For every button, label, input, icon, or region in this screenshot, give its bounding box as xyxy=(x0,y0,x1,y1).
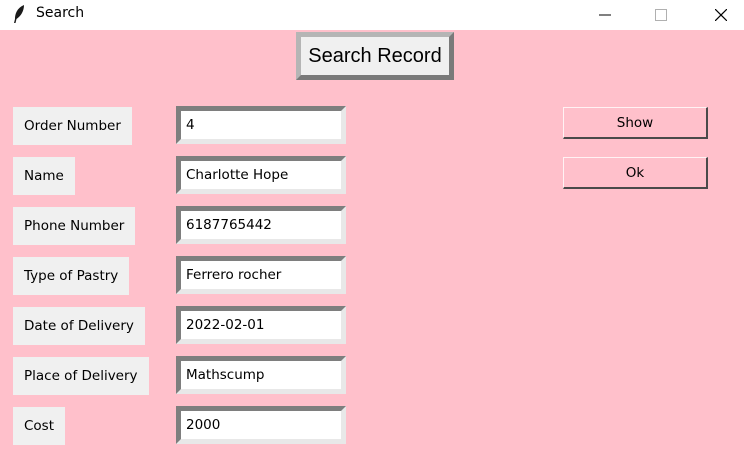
delivery-date-field[interactable] xyxy=(181,311,341,339)
name-field-frame xyxy=(176,156,346,194)
minimize-button[interactable] xyxy=(582,0,628,30)
minimize-icon xyxy=(599,14,611,16)
show-button[interactable]: Show xyxy=(563,107,708,139)
maximize-button[interactable] xyxy=(638,0,684,30)
name-label: Name xyxy=(13,157,75,195)
delivery-date-field-frame xyxy=(176,306,346,344)
cost-label: Cost xyxy=(13,407,66,445)
window-title: Search xyxy=(36,5,85,21)
title-bar[interactable]: Search xyxy=(0,0,744,30)
phone-number-field-frame xyxy=(176,206,346,244)
phone-number-label: Phone Number xyxy=(13,207,136,245)
order-number-field[interactable] xyxy=(181,111,341,139)
close-icon xyxy=(715,9,727,21)
delivery-place-label: Place of Delivery xyxy=(13,357,149,395)
order-number-label: Order Number xyxy=(13,107,132,145)
maximize-icon xyxy=(655,9,667,21)
ok-button[interactable]: Ok xyxy=(563,157,708,189)
pastry-type-label: Type of Pastry xyxy=(13,257,130,295)
order-number-field-frame xyxy=(176,106,346,144)
delivery-place-field[interactable] xyxy=(181,361,341,389)
feather-icon xyxy=(12,4,26,24)
delivery-date-label: Date of Delivery xyxy=(13,307,145,345)
name-field[interactable] xyxy=(181,161,341,189)
close-button[interactable] xyxy=(698,0,744,30)
search-window: Search Search Record Order Number Name P… xyxy=(0,0,744,467)
pastry-type-field[interactable] xyxy=(181,261,341,289)
delivery-place-field-frame xyxy=(176,356,346,394)
page-heading: Search Record xyxy=(296,32,454,80)
cost-field-frame xyxy=(176,406,346,444)
pastry-type-field-frame xyxy=(176,256,346,294)
cost-field[interactable] xyxy=(181,411,341,439)
phone-number-field[interactable] xyxy=(181,211,341,239)
